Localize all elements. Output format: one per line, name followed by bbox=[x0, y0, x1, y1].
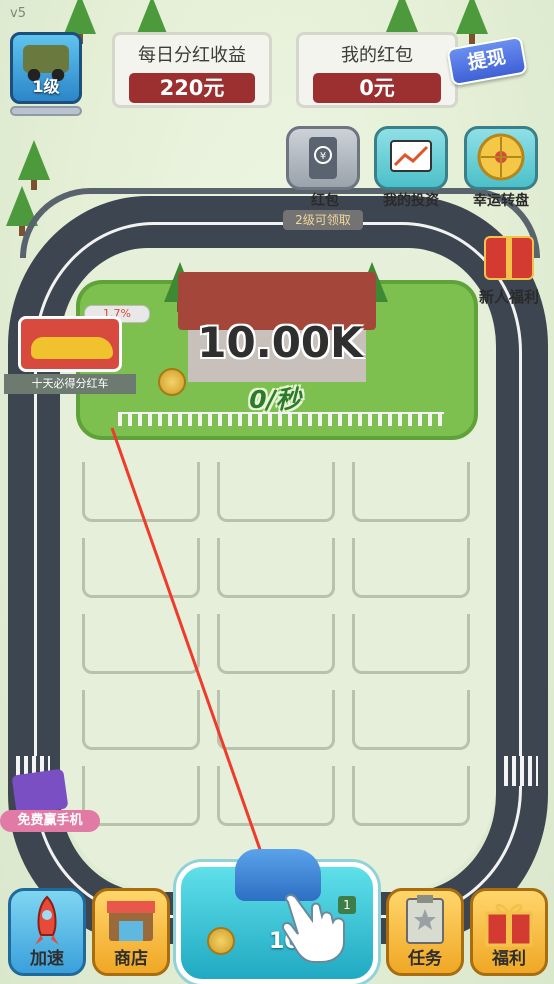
tasks-button[interactable]: 任务 bbox=[386, 888, 464, 976]
tutorial-arrow bbox=[110, 427, 280, 890]
tutorial-hand-icon bbox=[282, 894, 345, 963]
shop-button[interactable]: 商店 bbox=[92, 888, 170, 976]
coin-icon bbox=[207, 927, 235, 955]
welfare-button[interactable]: 福利 bbox=[470, 888, 548, 976]
speed-up-button[interactable]: 加速 bbox=[8, 888, 86, 976]
tasks-label: 任务 bbox=[408, 949, 442, 969]
shop-label: 商店 bbox=[114, 949, 148, 969]
welfare-label: 福利 bbox=[492, 949, 526, 969]
speed-up-label: 加速 bbox=[30, 949, 64, 969]
